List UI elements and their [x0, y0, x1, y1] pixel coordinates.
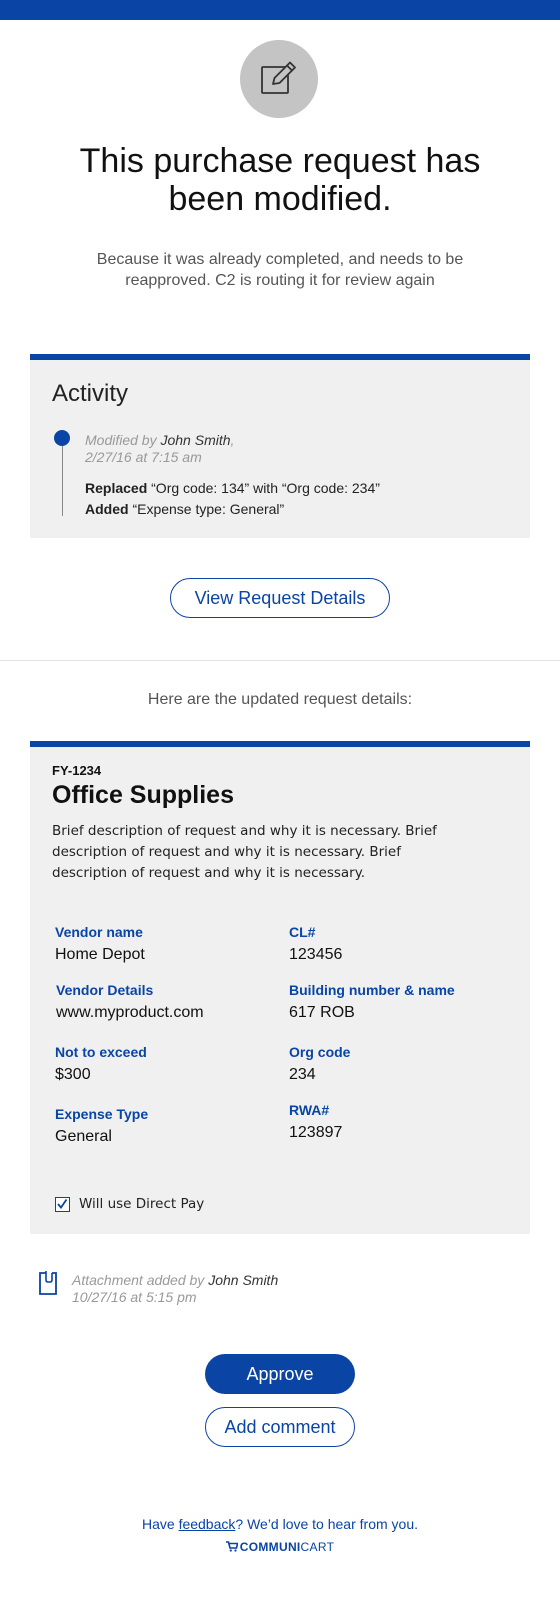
cart-icon	[225, 1541, 239, 1552]
field-label: RWA#	[289, 1102, 330, 1118]
change-line: Added “Expense type: General”	[85, 499, 380, 520]
field-vendor-details: Vendor Details www.myproduct.com	[56, 982, 204, 1022]
feedback-link[interactable]: feedback	[179, 1516, 236, 1532]
request-details-panel: FY-1234 Office Supplies Brief descriptio…	[30, 741, 530, 1234]
field-building: Building number & name 617 ROB	[289, 982, 455, 1022]
brand-name-bold: COMMUNI	[239, 1540, 301, 1554]
field-label: Building number & name	[289, 982, 455, 998]
checkmark-icon	[57, 1198, 68, 1209]
top-accent-bar	[0, 0, 560, 20]
field-not-to-exceed: Not to exceed $300	[55, 1044, 147, 1084]
page-subtext: Because it was already completed, and ne…	[96, 251, 464, 289]
field-value: 617 ROB	[289, 1004, 355, 1021]
activity-user: John Smith	[160, 432, 231, 448]
change-action: Replaced	[85, 480, 148, 496]
field-expense-type: Expense Type General	[55, 1106, 148, 1146]
section-divider	[0, 660, 560, 661]
field-label: Vendor name	[55, 924, 143, 940]
field-label: Vendor Details	[56, 982, 154, 998]
request-title: Office Supplies	[52, 781, 234, 809]
field-label: CL#	[289, 924, 316, 940]
field-value: www.myproduct.com	[56, 1004, 204, 1021]
edit-status-icon-circle	[240, 40, 318, 118]
field-rwa-number: RWA# 123897	[289, 1102, 342, 1142]
brand-logo: COMMUNICART	[0, 1540, 560, 1554]
attachment-meta: Attachment added by John Smith 10/27/16 …	[72, 1272, 278, 1306]
field-value: 123897	[289, 1124, 343, 1141]
brand-name-thin: CART	[300, 1540, 335, 1554]
field-label: Expense Type	[55, 1106, 149, 1122]
change-text: “Org code: 134” with “Org code: 234”	[147, 480, 380, 496]
activity-timestamp: 2/27/16 at 7:15 am	[85, 449, 202, 465]
change-text: “Expense type: General”	[128, 501, 285, 517]
activity-panel: Activity Modified by John Smith, 2/27/16…	[30, 354, 530, 538]
attachment-prefix: Attachment added by	[72, 1272, 209, 1288]
request-description: Brief description of request and why it …	[52, 823, 437, 881]
field-org-code: Org code 234	[289, 1044, 350, 1084]
page-headline: This purchase request has been modified.	[79, 142, 481, 218]
direct-pay-label: Will use Direct Pay	[79, 1196, 205, 1212]
activity-changes: Replaced “Org code: 134” with “Org code:…	[85, 478, 380, 520]
attachment-timestamp: 10/27/16 at 5:15 pm	[72, 1289, 197, 1305]
request-id: FY-1234	[52, 763, 102, 778]
field-cl-number: CL# 123456	[289, 924, 342, 964]
field-value: General	[55, 1128, 112, 1145]
footer-text-before: Have	[141, 1516, 179, 1532]
updated-details-intro: Here are the updated request details:	[147, 691, 413, 708]
timeline-line	[62, 446, 63, 516]
pencil-edit-icon	[261, 61, 296, 94]
direct-pay-checkbox-row: Will use Direct Pay	[55, 1196, 204, 1212]
footer-feedback: Have feedback? We’d love to hear from yo…	[0, 1516, 560, 1532]
footer-text-after: ? We’d love to hear from you.	[235, 1516, 418, 1532]
field-label: Not to exceed	[55, 1044, 147, 1060]
activity-meta-prefix: Modified by	[85, 432, 161, 448]
view-request-details-button[interactable]: View Request Details	[170, 578, 390, 618]
field-label: Org code	[289, 1044, 351, 1060]
field-value: $300	[55, 1066, 91, 1083]
field-value: 123456	[289, 946, 343, 963]
activity-title: Activity	[52, 380, 129, 407]
timeline-dot-icon	[54, 430, 70, 446]
attachment-clip-icon	[39, 1271, 57, 1295]
add-comment-button[interactable]: Add comment	[205, 1407, 355, 1447]
activity-meta: Modified by John Smith, 2/27/16 at 7:15 …	[85, 432, 234, 466]
approve-button[interactable]: Approve	[205, 1354, 355, 1394]
field-vendor-name: Vendor name Home Depot	[55, 924, 145, 964]
field-value: 234	[289, 1066, 316, 1083]
change-action: Added	[85, 501, 129, 517]
attachment-user: John Smith	[208, 1272, 279, 1288]
direct-pay-checkbox[interactable]	[55, 1196, 70, 1212]
change-line: Replaced “Org code: 134” with “Org code:…	[85, 478, 380, 499]
activity-meta-suffix: ,	[230, 432, 235, 448]
field-value: Home Depot	[55, 946, 145, 963]
